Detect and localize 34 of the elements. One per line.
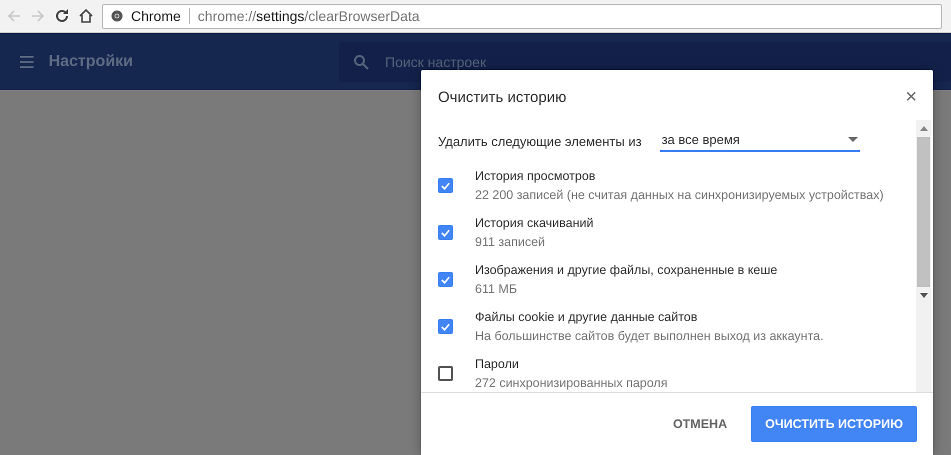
cancel-button[interactable]: ОТМЕНА (666, 416, 734, 432)
item-detail: 611 МБ (475, 282, 518, 296)
item-title: Файлы cookie и другие данные сайтов (475, 310, 698, 324)
scrollbar[interactable] (916, 120, 931, 392)
item-detail: На большинстве сайтов будет выполнен выход из аккаунта. (475, 329, 824, 343)
time-range-dropdown[interactable]: за все время (660, 130, 860, 152)
item-detail: 22 200 записей (не считая данных на синхронизируемых устройствах) (475, 188, 884, 202)
checkbox[interactable] (438, 319, 453, 334)
reload-icon[interactable] (54, 8, 70, 24)
item-detail: 911 записей (475, 235, 546, 249)
item-detail: 272 синхронизированных пароля (475, 376, 668, 390)
menu-icon[interactable] (20, 54, 34, 68)
site-label: Chrome (131, 8, 181, 24)
dropdown-caret-icon (848, 137, 858, 142)
item-title: Изображения и другие файлы, сохраненные в кеше (475, 263, 778, 277)
url-text: chrome://settings/clearBrowserData (198, 8, 420, 24)
scroll-up-icon[interactable] (920, 126, 928, 131)
home-icon[interactable] (78, 8, 94, 24)
checkbox[interactable] (438, 366, 453, 381)
clear-history-button[interactable]: ОЧИСТИТЬ ИСТОРИЮ (751, 406, 917, 442)
dialog-title: Очистить историю (438, 88, 566, 106)
scroll-down-icon[interactable] (920, 293, 928, 298)
address-bar[interactable]: Chrome chrome://settings/clearBrowserData (102, 4, 942, 28)
chrome-logo-icon (111, 10, 123, 22)
item-title: История просмотров (475, 169, 596, 183)
search-icon (353, 54, 369, 70)
item-title: История скачиваний (475, 216, 594, 230)
checkbox[interactable] (438, 178, 453, 193)
checkbox[interactable] (438, 225, 453, 240)
settings-title: Настройки (48, 52, 133, 70)
item-title: Пароли (475, 357, 520, 371)
range-label: Удалить следующие элементы из (438, 134, 642, 148)
close-button[interactable]: × (901, 87, 921, 107)
checkbox[interactable] (438, 272, 453, 287)
